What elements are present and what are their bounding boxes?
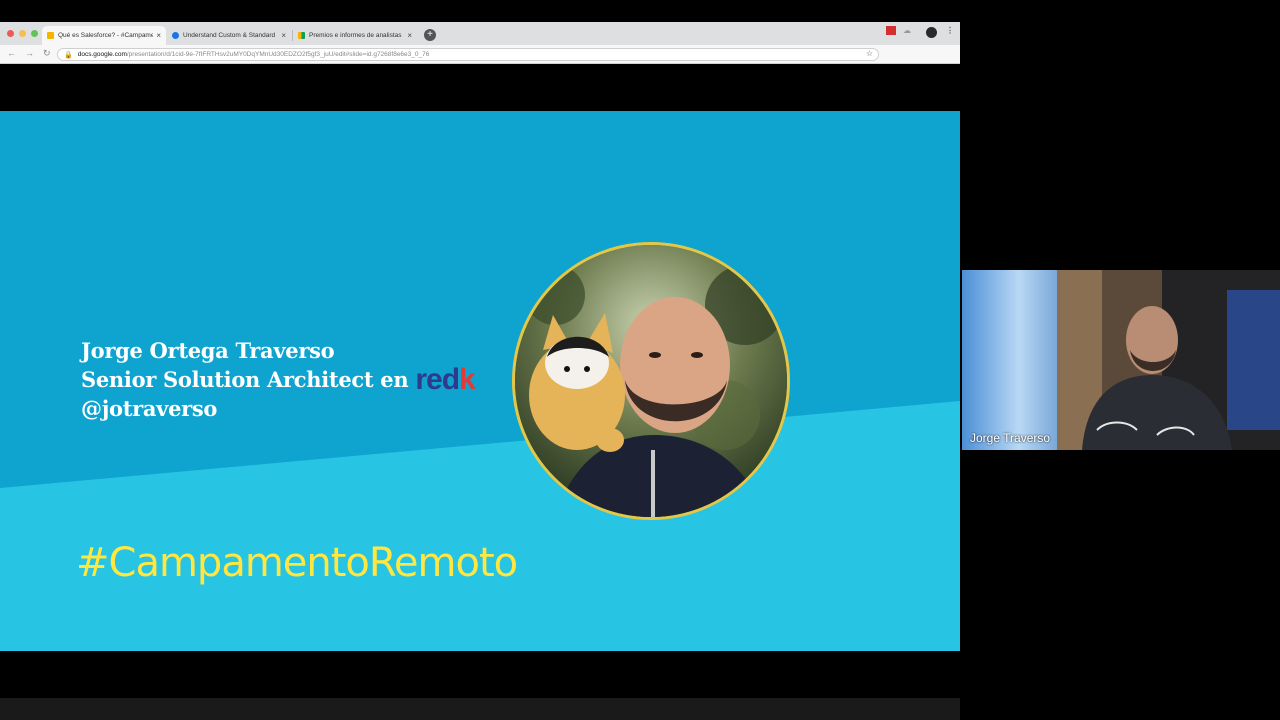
new-tab-button[interactable]: +: [424, 29, 436, 41]
url-domain: docs.google.com: [77, 51, 127, 58]
speaker-role-text: Senior Solution Architect en: [81, 367, 409, 392]
google-slides-icon: [47, 32, 54, 39]
tab-title: Qué es Salesforce? - #Campamen: [58, 32, 154, 39]
webcam-video[interactable]: Jorge Traverso: [962, 270, 1280, 450]
redk-logo-text: red: [415, 363, 460, 396]
site-icon: [298, 32, 305, 39]
forward-arrow-icon[interactable]: →: [25, 48, 34, 59]
nav-buttons: ← → ↻: [7, 48, 51, 59]
redk-logo-k: k: [459, 363, 476, 396]
tab-title: Premios e informes de analistas: [309, 32, 402, 39]
url-path: /presentation/d/1cid-9e-7fIFRTHsv2uMY0Dq…: [126, 51, 430, 58]
kebab-menu-icon[interactable]: ⋮: [946, 26, 954, 35]
speaker-photo: [512, 242, 790, 520]
tab-strip: Qué es Salesforce? - #Campamen × Underst…: [0, 22, 960, 45]
browser-window: Qué es Salesforce? - #Campamen × Underst…: [0, 22, 960, 64]
close-tab-icon[interactable]: ×: [407, 31, 412, 40]
tab-title: Understand Custom & Standard: [183, 32, 276, 39]
upper-band: [0, 111, 960, 488]
browser-toolbar: ← → ↻ 🔒 docs.google.com /presentation/d/…: [0, 45, 960, 64]
star-icon[interactable]: ☆: [866, 49, 873, 58]
presentation-slide: Jorge Ortega Traverso Senior Solution Ar…: [0, 111, 960, 651]
lock-icon: 🔒: [64, 51, 73, 59]
tab-premios-informes[interactable]: Premios e informes de analistas ×: [293, 26, 417, 45]
minimize-window-button[interactable]: [19, 30, 26, 37]
back-arrow-icon[interactable]: ←: [7, 48, 16, 59]
close-window-button[interactable]: [7, 30, 14, 37]
speaker-name: Jorge Ortega Traverso: [81, 338, 335, 363]
maximize-window-button[interactable]: [31, 30, 38, 37]
speaker-handle: @jotraverso: [81, 396, 218, 421]
trailhead-icon: [172, 32, 179, 39]
redk-logo: redk: [415, 363, 476, 396]
bottom-bar: [0, 698, 960, 720]
extension-icon[interactable]: [886, 26, 896, 35]
participant-name: Jorge Traverso: [970, 431, 1051, 445]
hashtag-text: #CampamentoRemoto: [76, 540, 518, 586]
webcam-feed: [962, 270, 1280, 450]
reload-icon[interactable]: ↻: [43, 48, 51, 59]
close-tab-icon[interactable]: ×: [281, 31, 286, 40]
extension-cloud-icon[interactable]: ☁: [903, 26, 911, 35]
speaker-info: Jorge Ortega Traverso Senior Solution Ar…: [81, 336, 476, 423]
tab-que-es-salesforce[interactable]: Qué es Salesforce? - #Campamen ×: [42, 26, 166, 45]
close-tab-icon[interactable]: ×: [156, 31, 161, 40]
profile-avatar[interactable]: [926, 27, 937, 38]
speaker-role: Senior Solution Architect en redk: [81, 363, 476, 396]
speaker-photo-art: [515, 245, 787, 517]
tab-understand-custom[interactable]: Understand Custom & Standard ×: [167, 26, 291, 45]
address-bar[interactable]: 🔒 docs.google.com /presentation/d/1cid-9…: [57, 48, 879, 61]
window-controls: [7, 30, 38, 37]
